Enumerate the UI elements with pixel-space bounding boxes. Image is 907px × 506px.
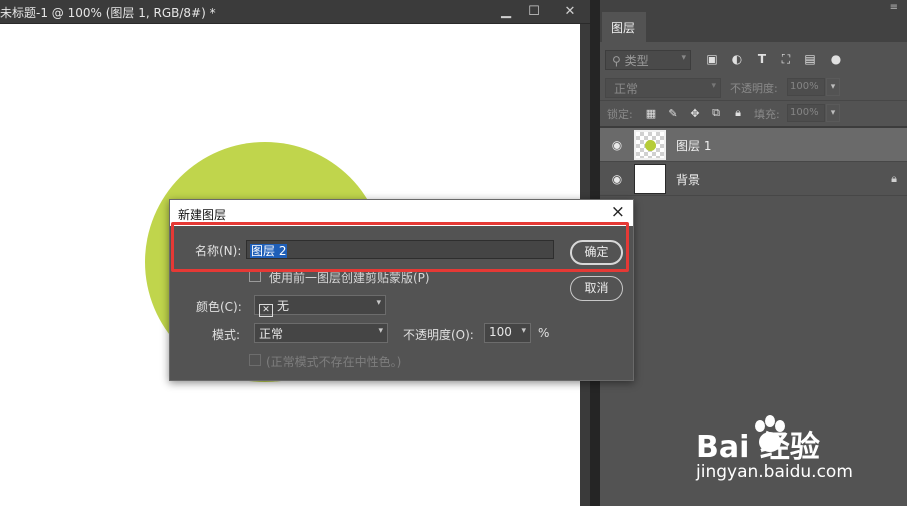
- text-filter-icon[interactable]: T: [754, 51, 770, 67]
- green-dot-thumbnail: [645, 140, 656, 151]
- eye-visibility-icon[interactable]: ◉: [609, 137, 625, 153]
- lock-image-pixels-icon[interactable]: ✎: [666, 106, 680, 120]
- lock-icon: 🔒︎: [891, 172, 897, 185]
- chevron-down-icon: ▾: [711, 81, 716, 91]
- lock-row: 锁定: ▦ ✎ ✥ ⧉ 🔒︎ 填充: 100% ▾: [600, 103, 907, 125]
- adjustment-filter-icon[interactable]: ◐: [729, 51, 745, 67]
- cancel-button[interactable]: 取消: [570, 276, 623, 301]
- mode-value: 正常: [259, 327, 284, 341]
- lock-position-icon[interactable]: ✥: [688, 106, 702, 120]
- blend-mode-value: 正常: [614, 82, 639, 96]
- layer-name: 背景: [676, 173, 701, 187]
- layer-row-layer1[interactable]: ◉ 图层 1: [600, 128, 907, 162]
- lock-all-icon[interactable]: 🔒︎: [731, 106, 745, 120]
- paw-logo-icon: [755, 415, 785, 452]
- no-color-swatch-icon: ✕: [259, 304, 273, 317]
- maximize-button[interactable]: ☐: [520, 2, 548, 20]
- tab-layers[interactable]: 图层: [602, 12, 646, 42]
- color-label: 颜色(C):: [196, 300, 242, 314]
- highlight-annotation-box: [171, 222, 629, 272]
- panel-menu-icon[interactable]: ≡: [890, 2, 899, 13]
- filter-label: 类型: [624, 54, 649, 68]
- image-filter-icon[interactable]: ▣: [704, 51, 720, 67]
- layer-filter-row: ⚲ 类型 ▾ ▣ ◐ T ⛶ ▤ ●: [600, 46, 907, 72]
- watermark-url: jingyan.baidu.com: [696, 462, 853, 482]
- opacity-value: 100: [489, 325, 512, 339]
- layer-thumbnail: [634, 130, 666, 160]
- opacity-select[interactable]: 100 ▾: [484, 323, 531, 343]
- baidu-jingyan-watermark: Bai 经验 jingyan.baidu.com: [696, 412, 896, 492]
- mode-select[interactable]: 正常 ▾: [254, 323, 388, 343]
- lock-artboard-icon[interactable]: ⧉: [709, 106, 723, 120]
- fill-label: 填充:: [754, 108, 780, 121]
- opacity-input[interactable]: 100%: [787, 78, 825, 96]
- fill-input[interactable]: 100%: [787, 104, 825, 122]
- blend-mode-select[interactable]: 正常 ▾: [605, 78, 721, 98]
- color-select[interactable]: ✕ 无 ▾: [254, 295, 386, 317]
- opacity-unit: %: [538, 326, 550, 340]
- lock-transparent-pixels-icon[interactable]: ▦: [644, 106, 658, 120]
- chevron-down-icon: ▾: [521, 326, 526, 336]
- layer-row-background[interactable]: ◉ 背景 🔒︎: [600, 162, 907, 196]
- opacity-dropdown-icon[interactable]: ▾: [826, 78, 840, 96]
- close-icon[interactable]: ×: [611, 202, 625, 222]
- document-title: 未标题-1 @ 100% (图层 1, RGB/8#) *: [0, 6, 216, 20]
- layer-name: 图层 1: [676, 139, 712, 153]
- panel-header: 图层 ≡: [600, 0, 907, 42]
- fill-dropdown-icon[interactable]: ▾: [826, 104, 840, 122]
- document-titlebar: 未标题-1 @ 100% (图层 1, RGB/8#) * ▁ ☐ ✕: [0, 0, 590, 24]
- layer-filter-select[interactable]: ⚲ 类型 ▾: [605, 50, 691, 70]
- dialog-title: 新建图层: [178, 208, 227, 222]
- neutral-color-label: (正常模式不存在中性色。): [266, 355, 402, 369]
- chevron-down-icon: ▾: [681, 53, 686, 63]
- smart-object-filter-icon[interactable]: ▤: [802, 51, 818, 67]
- color-value: 无: [277, 299, 290, 313]
- neutral-color-checkbox: [249, 354, 261, 366]
- mode-label: 模式:: [212, 328, 241, 342]
- opacity-label: 不透明度:: [730, 82, 778, 95]
- layer-thumbnail: [634, 164, 666, 194]
- search-icon: ⚲: [612, 54, 625, 68]
- lock-label: 锁定:: [607, 108, 633, 121]
- blend-row: 正常 ▾ 不透明度: 100% ▾: [600, 76, 907, 100]
- chevron-down-icon: ▾: [376, 298, 381, 308]
- filter-toggle-icon[interactable]: ●: [828, 51, 844, 67]
- close-window-button[interactable]: ✕: [556, 2, 584, 20]
- chevron-down-icon: ▾: [378, 326, 383, 336]
- shape-filter-icon[interactable]: ⛶: [778, 51, 794, 67]
- opacity-label: 不透明度(O):: [403, 328, 474, 342]
- panel-divider: [600, 100, 907, 101]
- minimize-button[interactable]: ▁: [492, 2, 520, 20]
- eye-visibility-icon[interactable]: ◉: [609, 171, 625, 187]
